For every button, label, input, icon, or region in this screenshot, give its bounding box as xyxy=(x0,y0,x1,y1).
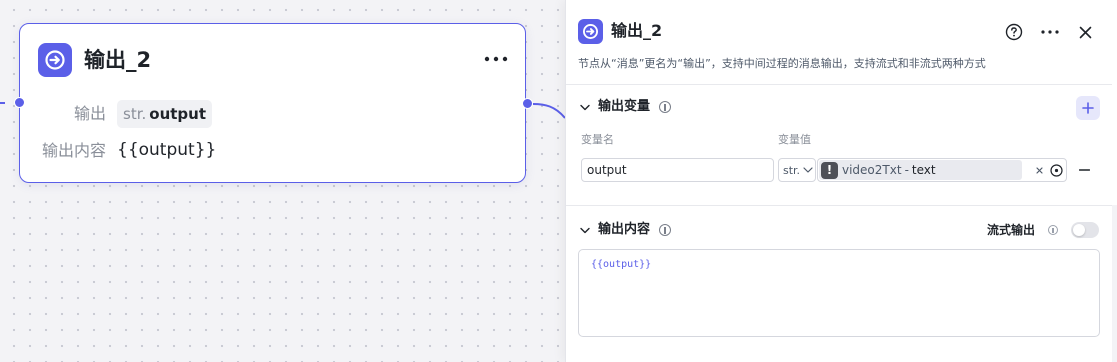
reference-text: video2Txt - text xyxy=(842,163,936,177)
node-output-type: str. xyxy=(123,105,147,123)
variable-type-value: str. xyxy=(783,163,801,177)
chevron-down-icon xyxy=(803,167,813,173)
section-divider xyxy=(566,205,1112,206)
output-node-icon xyxy=(38,43,72,77)
reference-variable-name: text xyxy=(911,163,936,177)
panel-node-icon xyxy=(578,19,603,44)
variable-reference-field[interactable]: ! video2Txt - text xyxy=(817,158,1067,182)
node-output-tag: str. output xyxy=(117,100,213,128)
collapse-output-variables-icon[interactable] xyxy=(578,100,592,114)
output-content-info-icon[interactable] xyxy=(659,224,671,236)
output-content-editor[interactable]: {{output}} xyxy=(578,249,1100,337)
variable-reference-chip[interactable]: ! video2Txt - text xyxy=(819,160,1022,180)
node-content-label: 输出内容 xyxy=(41,141,106,160)
collapse-output-content-icon[interactable] xyxy=(578,223,592,237)
node-title: 输出_2 xyxy=(84,48,152,72)
help-icon[interactable] xyxy=(1002,20,1026,44)
close-icon[interactable] xyxy=(1073,20,1097,44)
column-header-name: 变量名 xyxy=(581,133,614,146)
panel-edge-strip xyxy=(1112,205,1117,362)
stream-output-info-icon[interactable] xyxy=(1048,225,1058,235)
output-variables-info-icon[interactable] xyxy=(659,101,671,113)
column-header-value: 变量值 xyxy=(778,133,811,146)
stream-output-label: 流式输出 xyxy=(987,223,1036,237)
add-variable-button[interactable] xyxy=(1076,96,1100,120)
node-settings-panel: 输出_2 节点从“消息”更名为“输出”，支持中间过程的消息输出，支持流式和非流式… xyxy=(565,0,1117,362)
panel-title[interactable]: 输出_2 xyxy=(611,21,662,41)
panel-more-icon[interactable] xyxy=(1038,20,1062,44)
select-reference-icon[interactable] xyxy=(1049,163,1063,177)
output-content-title: 输出内容 xyxy=(598,222,651,237)
toggle-knob xyxy=(1073,224,1085,236)
reference-node-name: video2Txt xyxy=(842,163,902,177)
node-output-name: output xyxy=(149,105,207,123)
clear-reference-icon[interactable] xyxy=(1034,163,1044,177)
header-divider xyxy=(566,84,1112,85)
node-content-value: {{output}} xyxy=(117,140,217,160)
output-variables-title: 输出变量 xyxy=(598,99,651,114)
node-input-port[interactable] xyxy=(14,97,25,108)
node-output-port[interactable] xyxy=(522,98,533,109)
node-more-icon[interactable] xyxy=(482,48,510,70)
remove-variable-button[interactable] xyxy=(1077,162,1091,178)
panel-description: 节点从“消息”更名为“输出”，支持中间过程的消息输出，支持流式和非流式两种方式 xyxy=(578,57,986,70)
output-node[interactable]: 输出_2 输出 str. output 输出内容 {{output}} xyxy=(19,23,526,183)
reference-separator: - xyxy=(904,163,909,177)
variable-type-select[interactable]: str. xyxy=(778,158,816,182)
node-output-label: 输出 xyxy=(73,104,106,123)
stream-output-toggle[interactable] xyxy=(1071,222,1099,238)
warning-icon: ! xyxy=(821,161,838,179)
variable-name-input[interactable] xyxy=(581,158,774,182)
